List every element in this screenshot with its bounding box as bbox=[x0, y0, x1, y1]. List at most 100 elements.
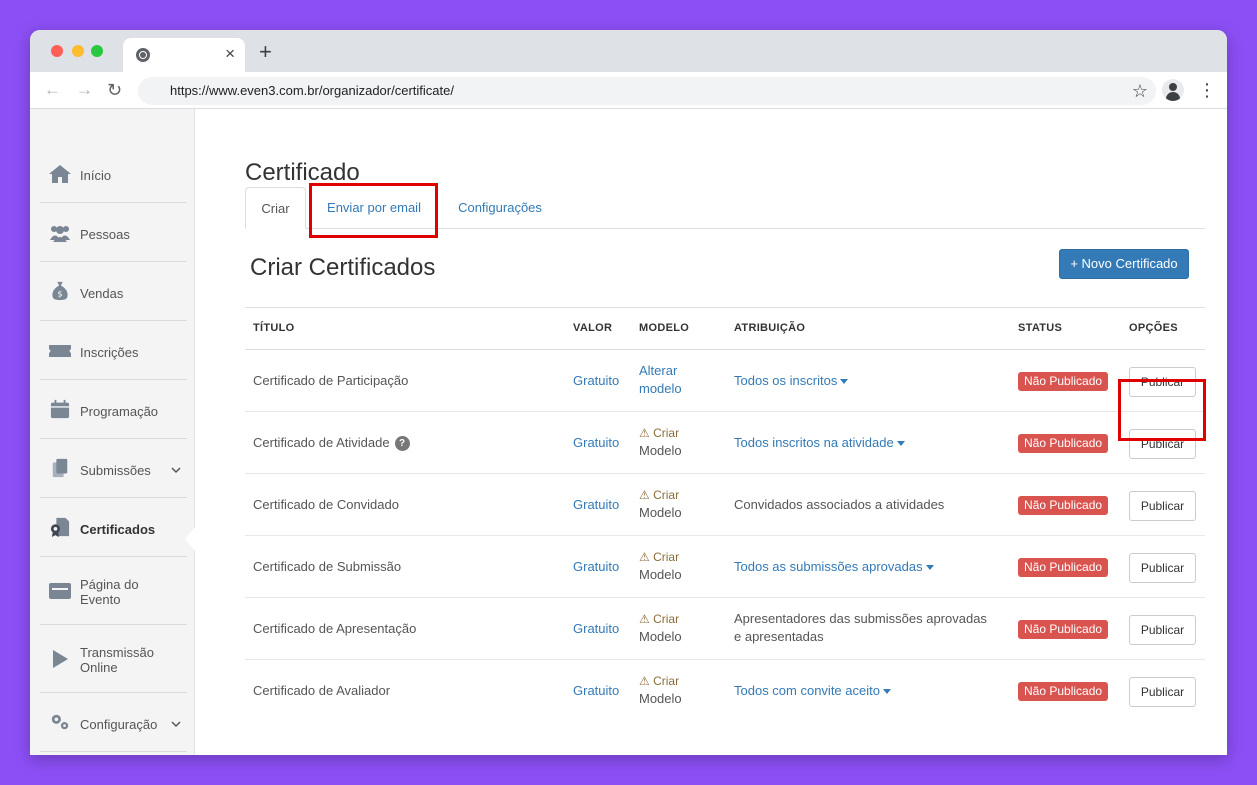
close-window-button[interactable] bbox=[51, 45, 63, 57]
attribution-line2: e apresentadas bbox=[734, 629, 824, 644]
cell-value-link[interactable]: Gratuito bbox=[573, 496, 619, 514]
create-model-link[interactable]: ⚠ Criar Modelo bbox=[639, 486, 703, 522]
url-text[interactable]: https://www.even3.com.br/organizador/cer… bbox=[170, 83, 454, 98]
attribution-text: Todos os inscritos bbox=[734, 373, 838, 388]
warning-create-label: ⚠ Criar bbox=[639, 674, 680, 688]
create-model-link[interactable]: ⚠ Criar Modelo bbox=[639, 548, 703, 584]
status-badge: Não Publicado bbox=[1018, 496, 1109, 515]
certificates-table: TÍTULO VALOR MODELO ATRIBUIÇÃO STATUS OP… bbox=[245, 307, 1205, 722]
cell-title: Certificado de Convidado bbox=[253, 497, 399, 512]
bookmark-star-icon[interactable]: ☆ bbox=[1132, 80, 1148, 102]
change-model-link[interactable]: Alterar modelo bbox=[639, 362, 703, 398]
sidebar-item-configuracao[interactable]: Configuração bbox=[40, 693, 187, 752]
attribution-text: Todos com convite aceito bbox=[734, 683, 880, 698]
address-bar[interactable]: https://www.even3.com.br/organizador/cer… bbox=[138, 77, 1156, 105]
calendar-icon bbox=[50, 399, 70, 419]
cell-title: Certificado de Atividade? bbox=[253, 434, 410, 452]
table-row: Certificado de Convidado Gratuito ⚠ Cria… bbox=[245, 474, 1205, 536]
browser-tabstrip: × + bbox=[30, 30, 1227, 72]
tab-criar[interactable]: Criar bbox=[245, 187, 306, 229]
model-line2: Modelo bbox=[639, 567, 682, 582]
table-row: Certificado de Submissão Gratuito ⚠ Cria… bbox=[245, 536, 1205, 598]
publish-button[interactable]: Publicar bbox=[1129, 553, 1196, 583]
publish-button[interactable]: Publicar bbox=[1129, 491, 1196, 521]
profile-avatar-icon[interactable] bbox=[1162, 79, 1184, 101]
cell-title-text: Certificado de Atividade bbox=[253, 435, 390, 450]
maximize-window-button[interactable] bbox=[91, 45, 103, 57]
model-line1: Alterar bbox=[639, 363, 678, 378]
sidebar-item-vendas[interactable]: $ Vendas bbox=[40, 262, 187, 321]
new-tab-button[interactable]: + bbox=[259, 40, 272, 64]
create-model-link[interactable]: ⚠ Criar Modelo bbox=[639, 672, 703, 708]
header-titulo: TÍTULO bbox=[253, 322, 295, 334]
publish-button[interactable]: Publicar bbox=[1129, 677, 1196, 707]
avatar-body bbox=[1166, 92, 1180, 101]
attribution-text: Convidados associados a atividades bbox=[734, 497, 945, 512]
chrome-icon bbox=[136, 48, 150, 62]
sidebar-item-label: Pessoas bbox=[80, 227, 130, 242]
new-certificate-button[interactable]: + Novo Certificado bbox=[1059, 249, 1189, 279]
status-badge: Não Publicado bbox=[1018, 682, 1109, 701]
sidebar-item-label: Submissões bbox=[80, 463, 151, 478]
main-content: Certificado Criar Enviar por email Confi… bbox=[195, 109, 1227, 755]
section-title: Criar Certificados bbox=[250, 254, 436, 281]
header-valor: VALOR bbox=[573, 322, 613, 334]
sidebar-item-pessoas[interactable]: Pessoas bbox=[40, 203, 187, 262]
avatar-head bbox=[1169, 83, 1177, 91]
forward-icon[interactable]: → bbox=[76, 79, 93, 101]
cell-value-link[interactable]: Gratuito bbox=[573, 558, 619, 576]
highlight-box-email-tab bbox=[309, 183, 438, 238]
publish-button[interactable]: Publicar bbox=[1129, 615, 1196, 645]
header-modelo: MODELO bbox=[639, 322, 690, 334]
attribution-text: Todos inscritos na atividade bbox=[734, 435, 894, 450]
model-line2: Modelo bbox=[639, 691, 682, 706]
help-question-icon[interactable]: ? bbox=[394, 436, 410, 451]
sidebar-item-certificados[interactable]: Certificados bbox=[40, 498, 187, 557]
sidebar-item-inicio[interactable]: Início bbox=[40, 144, 187, 203]
attribution-dropdown[interactable]: Todos com convite aceito bbox=[734, 682, 1004, 700]
back-icon[interactable]: ← bbox=[44, 79, 61, 101]
certificate-icon bbox=[50, 517, 70, 537]
tab-close-icon[interactable]: × bbox=[225, 44, 235, 64]
status-badge: Não Publicado bbox=[1018, 558, 1109, 577]
caret-down-icon bbox=[925, 565, 934, 571]
attribution-dropdown[interactable]: Todos os inscritos bbox=[734, 372, 1004, 390]
cell-value-link[interactable]: Gratuito bbox=[573, 372, 619, 390]
sidebar: Início Pessoas $ Vendas Inscrições Progr… bbox=[30, 109, 195, 755]
caret-down-icon bbox=[896, 441, 905, 447]
create-model-link[interactable]: ⚠ Criar Modelo bbox=[639, 424, 703, 460]
minimize-window-button[interactable] bbox=[72, 45, 84, 57]
sidebar-item-transmissao-online[interactable]: Transmissão Online bbox=[40, 625, 187, 693]
sidebar-item-label-line2: Evento bbox=[80, 592, 121, 607]
sidebar-item-inscricoes[interactable]: Inscrições bbox=[40, 321, 187, 380]
cell-value-link[interactable]: Gratuito bbox=[573, 620, 619, 638]
tab-configuracoes[interactable]: Configurações bbox=[448, 187, 552, 229]
caret-down-icon bbox=[882, 689, 891, 695]
table-row: Certificado de Avaliador Gratuito ⚠ Cria… bbox=[245, 660, 1205, 722]
status-badge: Não Publicado bbox=[1018, 434, 1109, 453]
chevron-down-icon[interactable] bbox=[171, 718, 181, 732]
caret-down-icon bbox=[840, 379, 849, 385]
table-row: Certificado de Participação Gratuito Alt… bbox=[245, 350, 1205, 412]
reload-icon[interactable]: ↻ bbox=[107, 79, 122, 101]
sidebar-item-pagina-do-evento[interactable]: Página do Evento bbox=[40, 557, 187, 625]
model-line2: Modelo bbox=[639, 443, 682, 458]
sidebar-item-label: Certificados bbox=[80, 522, 156, 537]
sidebar-item-submissoes[interactable]: Submissões bbox=[40, 439, 187, 498]
sidebar-item-label: Página do bbox=[80, 577, 139, 592]
sidebar-item-programacao[interactable]: Programação bbox=[40, 380, 187, 439]
cell-value-link[interactable]: Gratuito bbox=[573, 434, 619, 452]
browser-toolbar: ← → ↻ https://www.even3.com.br/organizad… bbox=[30, 72, 1227, 109]
header-status: STATUS bbox=[1018, 322, 1063, 334]
attribution-text: Apresentadores das submissões aprovadas e… bbox=[734, 610, 1004, 646]
cell-title: Certificado de Avaliador bbox=[253, 683, 391, 698]
chevron-down-icon[interactable] bbox=[171, 464, 181, 478]
attribution-dropdown[interactable]: Todos inscritos na atividade bbox=[734, 434, 1004, 452]
create-model-link[interactable]: ⚠ Criar Modelo bbox=[639, 610, 703, 646]
warning-create-label: ⚠ Criar bbox=[639, 550, 680, 564]
sidebar-item-label: Inscrições bbox=[80, 345, 139, 360]
cell-value-link[interactable]: Gratuito bbox=[573, 682, 619, 700]
browser-menu-icon[interactable]: ⋮ bbox=[1198, 79, 1216, 101]
attribution-dropdown[interactable]: Todos as submissões aprovadas bbox=[734, 558, 1004, 576]
browser-tab[interactable]: × bbox=[123, 38, 245, 72]
